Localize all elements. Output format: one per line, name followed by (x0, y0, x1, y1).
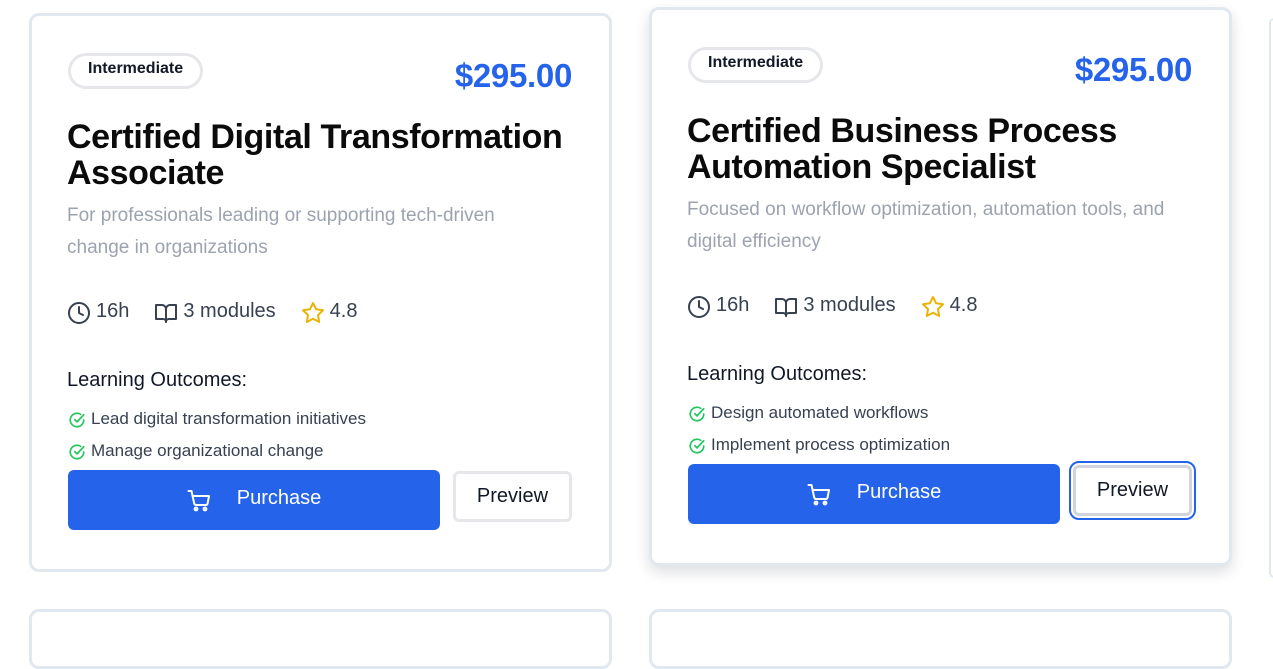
purchase-button[interactable]: Purchase (68, 470, 440, 530)
preview-button[interactable]: Preview (1069, 461, 1196, 520)
outcome-item: Manage organizational change (68, 440, 324, 461)
rating-text: 4.8 (949, 293, 978, 316)
course-price: $295.00 (454, 57, 572, 94)
duration-meta: 16h (67, 297, 129, 325)
duration-text: 16h (96, 299, 130, 322)
shopping-cart-icon (807, 484, 830, 506)
book-open-icon (775, 298, 798, 317)
star-icon (921, 296, 944, 318)
purchase-button[interactable]: Purchase (688, 464, 1060, 524)
course-price: $295.00 (1074, 51, 1192, 88)
course-card: Intermediate $295.00 Certified Digital T… (29, 13, 612, 572)
level-badge: Intermediate (688, 47, 824, 83)
level-badge: Intermediate (68, 53, 204, 89)
course-card: Intermediate $295.00 Certified Business … (649, 7, 1232, 566)
outcome-text: Manage organizational change (91, 440, 324, 460)
modules-text: 3 modules (803, 293, 896, 316)
purchase-label: Purchase (856, 480, 942, 503)
check-circle-icon (689, 438, 705, 454)
course-card-offscreen (1269, 18, 1273, 578)
course-title: Certified Digital Transformation Associa… (67, 118, 563, 192)
outcome-item: Implement process optimization (688, 434, 950, 455)
course-card-next-row (649, 609, 1232, 669)
course-title: Certified Business Process Automation Sp… (687, 112, 1117, 186)
clock-icon (688, 296, 710, 318)
outcomes-title: Learning Outcomes: (67, 369, 248, 391)
purchase-label: Purchase (236, 486, 322, 509)
course-meta: 16h 3 modules 4.8 (687, 291, 1002, 319)
outcome-text: Design automated workflows (711, 402, 929, 422)
star-icon (301, 302, 324, 324)
clock-icon (68, 302, 90, 324)
outcome-item: Lead digital transformation initiatives (68, 408, 366, 429)
outcome-text: Implement process optimization (711, 434, 951, 454)
outcome-text: Lead digital transformation initiatives (91, 408, 366, 428)
outcomes-title: Learning Outcomes: (687, 363, 868, 385)
course-meta: 16h 3 modules 4.8 (67, 297, 382, 325)
duration-text: 16h (716, 293, 750, 316)
modules-text: 3 modules (183, 299, 276, 322)
check-circle-icon (69, 444, 85, 460)
modules-meta: 3 modules (774, 291, 896, 319)
check-circle-icon (689, 406, 705, 422)
rating-meta: 4.8 (921, 291, 978, 319)
outcome-item: Design automated workflows (688, 402, 928, 423)
modules-meta: 3 modules (154, 297, 276, 325)
rating-meta: 4.8 (301, 297, 358, 325)
preview-button[interactable]: Preview (453, 471, 572, 522)
course-description: For professionals leading or supporting … (67, 205, 495, 258)
rating-text: 4.8 (329, 299, 358, 322)
check-circle-icon (69, 412, 85, 428)
course-card-next-row (29, 609, 612, 669)
book-open-icon (155, 304, 178, 323)
duration-meta: 16h (687, 291, 749, 319)
course-description: Focused on workflow optimization, automa… (687, 199, 1165, 252)
shopping-cart-icon (187, 490, 210, 512)
